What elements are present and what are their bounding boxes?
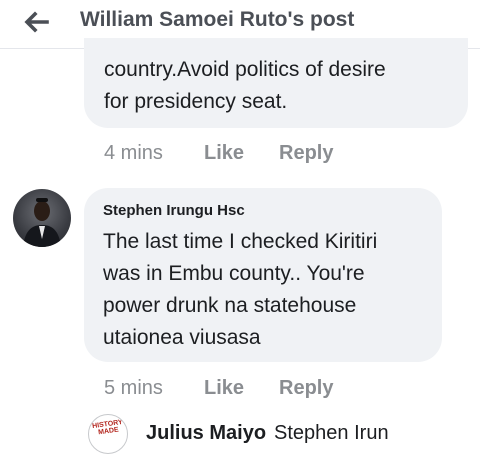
comment-timestamp: 4 mins: [104, 142, 163, 164]
avatar[interactable]: [13, 189, 71, 247]
reply-avatar[interactable]: HISTORY MADE: [88, 414, 128, 454]
reply-author: Julius Maiyo: [146, 422, 267, 444]
comment-author[interactable]: Stephen Irungu Hsc: [103, 202, 245, 219]
page-title: William Samoei Ruto's post: [80, 8, 355, 31]
reply-text: Stephen Irun: [274, 422, 389, 444]
reply-button[interactable]: Reply: [279, 142, 333, 165]
comment-text: country.Avoid politics of desire for pre…: [104, 58, 386, 113]
profile-photo-icon: [23, 198, 61, 247]
back-button[interactable]: [16, 6, 56, 38]
arrow-left-icon: [24, 11, 49, 33]
comment-text: The last time I checked Kiritiri was in …: [103, 230, 378, 349]
reply-button[interactable]: Reply: [279, 377, 333, 400]
comment-bubble: country.Avoid politics of desire for pre…: [84, 38, 468, 128]
like-button[interactable]: Like: [204, 142, 244, 165]
like-button[interactable]: Like: [204, 377, 244, 400]
reply-preview[interactable]: Julius Maiyo Stephen Irun: [146, 422, 389, 445]
comment-timestamp: 5 mins: [104, 377, 163, 399]
avatar-badge-text: HISTORY MADE: [91, 418, 124, 437]
comment-bubble: Stephen Irungu Hsc The last time I check…: [84, 188, 442, 362]
